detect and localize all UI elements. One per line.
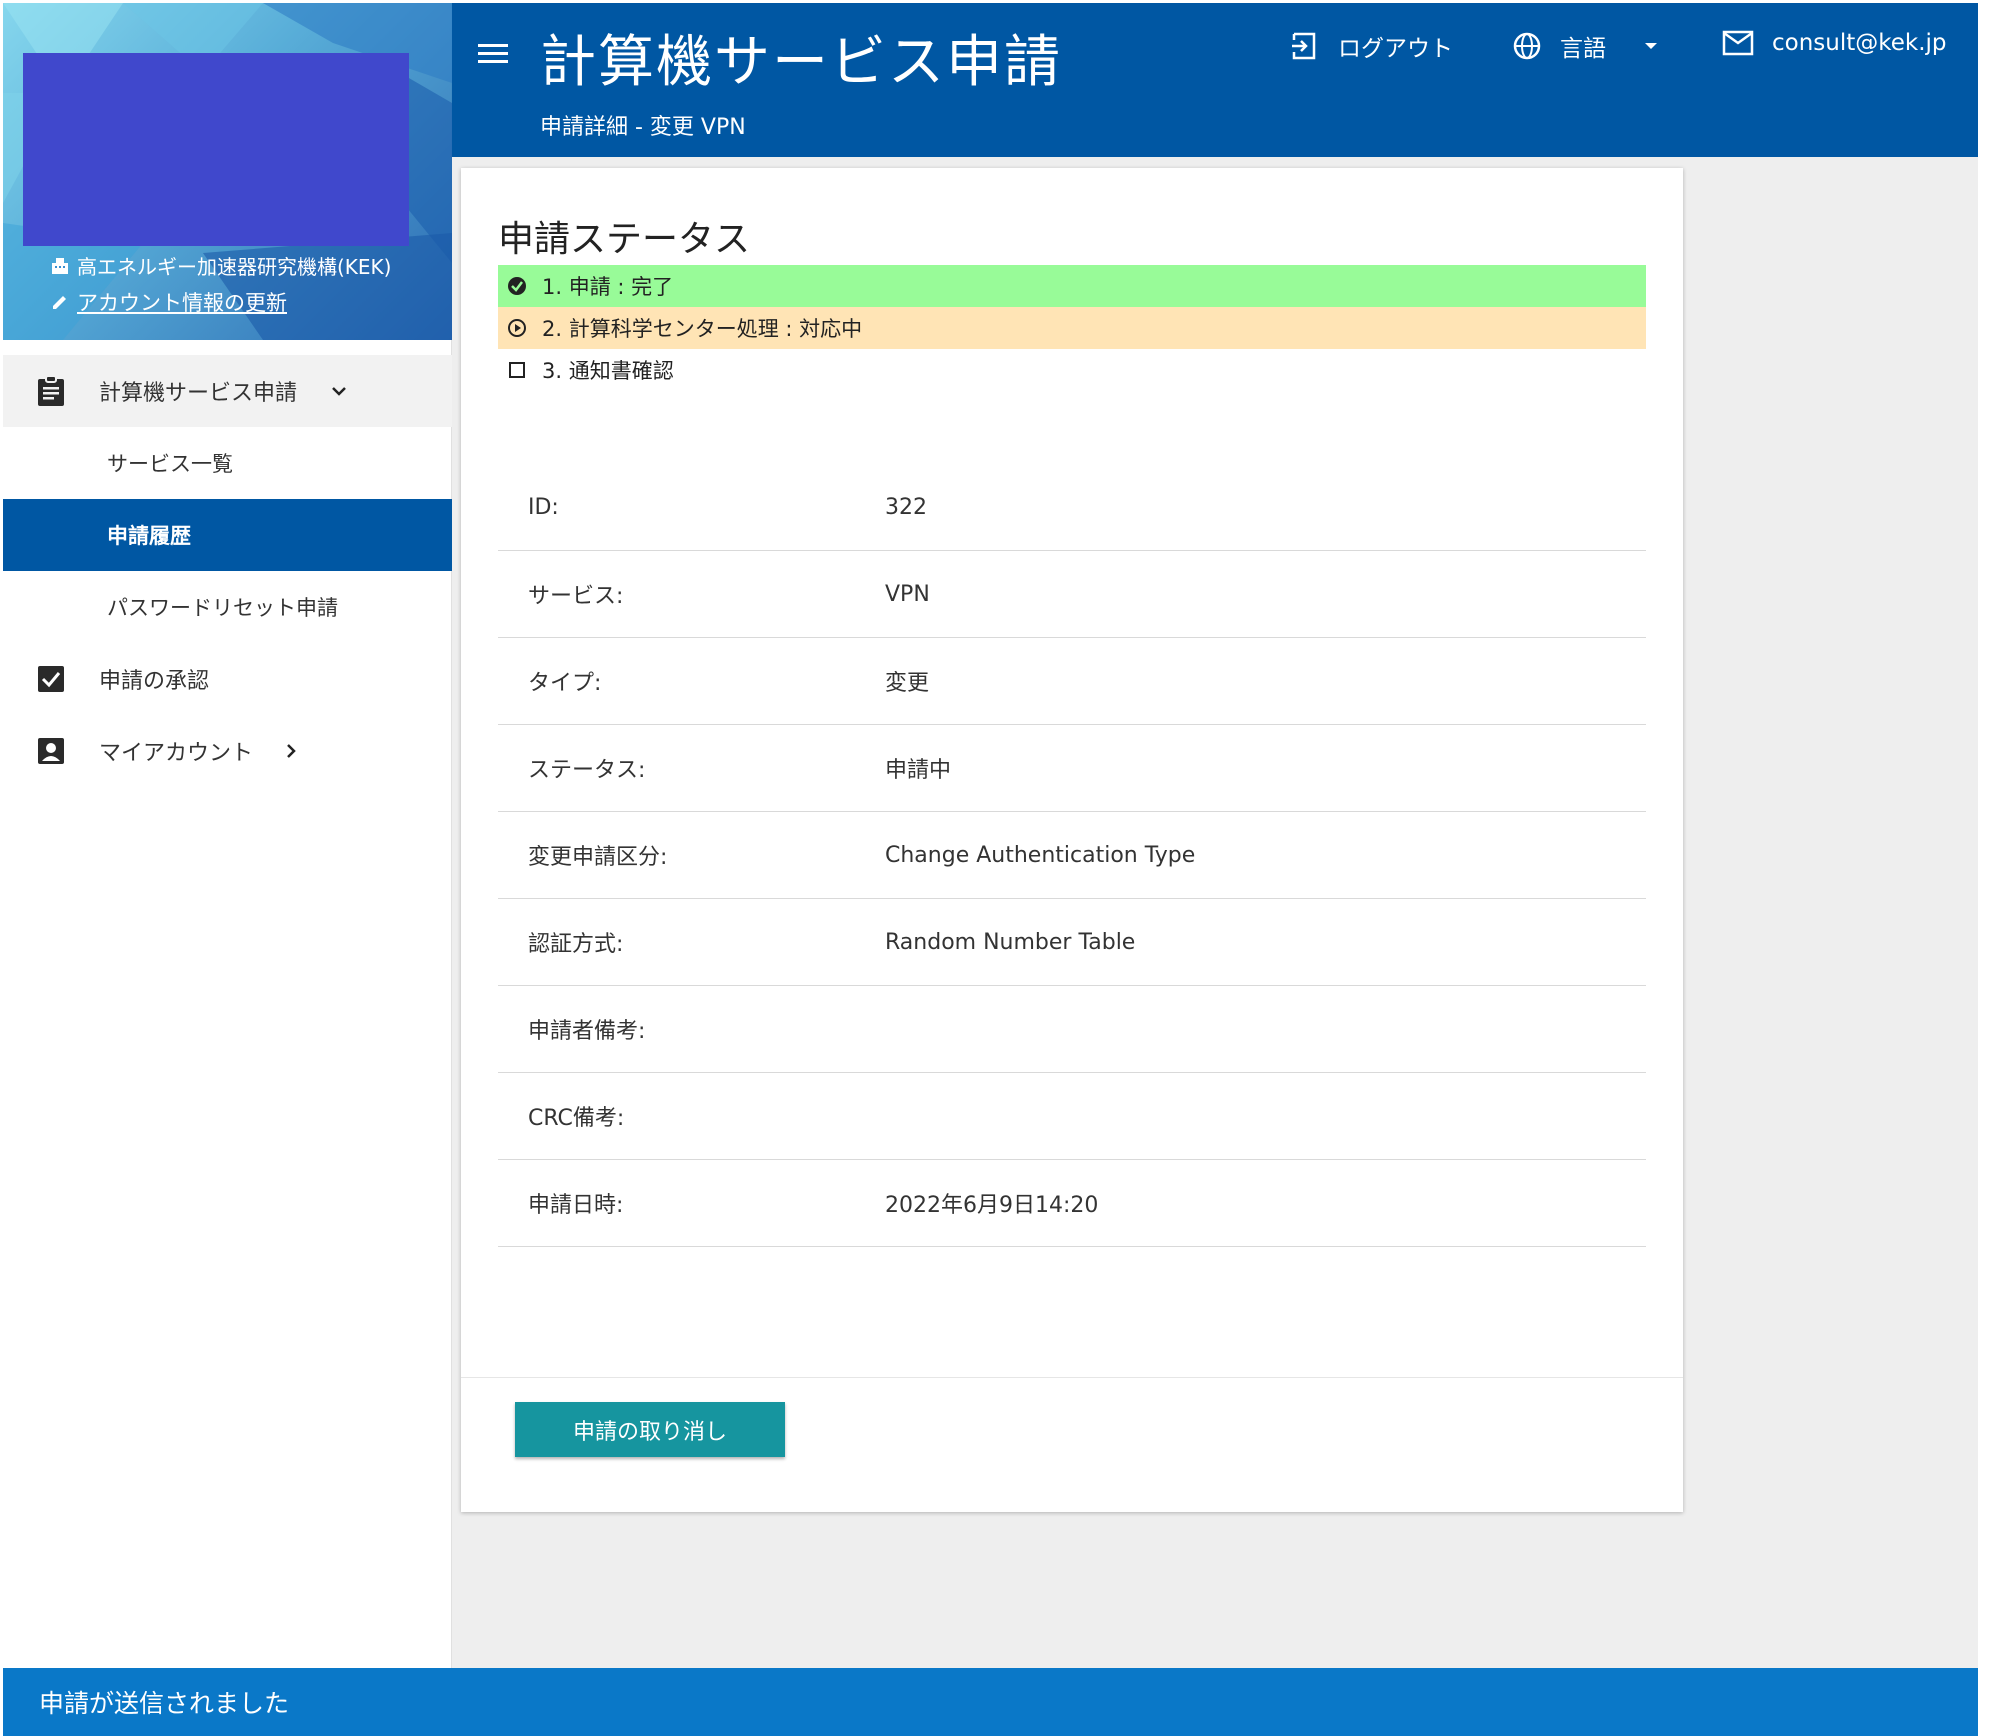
logout-icon (1292, 32, 1316, 60)
menu-icon[interactable] (478, 39, 508, 69)
sidebar-item-approval[interactable]: 申請の承認 (3, 643, 452, 715)
sidebar-item-password-reset[interactable]: パスワードリセット申請 (3, 571, 452, 643)
detail-row-type: タイプ: 変更 (498, 638, 1646, 725)
status-step-2: 2. 計算科学センター処理 : 対応中 (498, 307, 1646, 349)
checkbox-empty-icon (506, 359, 528, 381)
detail-row-status: ステータス: 申請中 (498, 725, 1646, 812)
organization-logo (23, 53, 409, 246)
sidebar-item-service-request[interactable]: 計算機サービス申請 (3, 355, 452, 427)
contact-email[interactable]: consult@kek.jp (1722, 29, 1947, 57)
chevron-right-icon (287, 744, 296, 758)
detail-row-service: サービス: VPN (498, 551, 1646, 638)
status-step-3: 3. 通知書確認 (498, 349, 1646, 391)
detail-row-applicant-notes: 申請者備考: (498, 986, 1646, 1073)
organization-name: 高エネルギー加速器研究機構(KEK) (51, 251, 391, 280)
logout-button[interactable]: ログアウト (1290, 29, 1453, 63)
cancel-request-button[interactable]: 申請の取り消し (515, 1402, 785, 1457)
app-title: 計算機サービス申請 (540, 30, 1062, 95)
mail-icon (1722, 30, 1754, 56)
snackbar-message: 申請が送信されました (39, 1689, 290, 1718)
pencil-icon (53, 296, 66, 309)
sidebar-item-my-account[interactable]: マイアカウント (3, 715, 452, 787)
detail-row-crc-notes: CRC備考: (498, 1073, 1646, 1160)
snackbar: 申請が送信されました (3, 1668, 1978, 1736)
chevron-down-icon (332, 387, 346, 396)
sidebar-item-request-history[interactable]: 申請履歴 (3, 499, 452, 571)
top-app-bar: 計算機サービス申請 申請詳細 - 変更 VPN ログアウト 言語 consult… (452, 3, 1978, 157)
request-status-card: 申請ステータス 1. 申請 : 完了 2. 計算科学センター処理 : 対応中 3… (461, 168, 1683, 1512)
sidebar-nav: 計算機サービス申請 サービス一覧 申請履歴 パスワードリセット申請 申請の承認 … (3, 355, 452, 787)
globe-icon (1513, 32, 1541, 60)
language-selector[interactable]: 言語 (1512, 29, 1662, 63)
sidebar-item-service-list[interactable]: サービス一覧 (3, 427, 452, 499)
account-box-icon (35, 735, 67, 767)
card-title: 申請ステータス (498, 219, 751, 260)
page-subtitle: 申請詳細 - 変更 VPN (540, 115, 746, 140)
detail-row-id: ID: 322 (498, 464, 1646, 551)
sidebar-header: 高エネルギー加速器研究機構(KEK) アカウント情報の更新 (3, 3, 452, 340)
play-circle-icon (506, 317, 528, 339)
detail-row-auth-method: 認証方式: Random Number Table (498, 899, 1646, 986)
status-step-1: 1. 申請 : 完了 (498, 265, 1646, 307)
sidebar: 高エネルギー加速器研究機構(KEK) アカウント情報の更新 計算機サービス申請 … (3, 3, 452, 1668)
detail-row-request-date: 申請日時: 2022年6月9日14:20 (498, 1160, 1646, 1247)
request-details-table: ID: 322 サービス: VPN タイプ: 変更 ステータス: 申請中 変更申請区分:… (498, 464, 1646, 1247)
checkbox-checked-icon (35, 663, 67, 695)
building-icon (52, 257, 68, 274)
dropdown-arrow-icon (1645, 43, 1657, 49)
account-update-link[interactable]: アカウント情報の更新 (51, 287, 287, 317)
detail-row-change-category: 変更申請区分: Change Authentication Type (498, 812, 1646, 899)
clipboard-icon (35, 375, 67, 407)
check-circle-icon (506, 275, 528, 297)
